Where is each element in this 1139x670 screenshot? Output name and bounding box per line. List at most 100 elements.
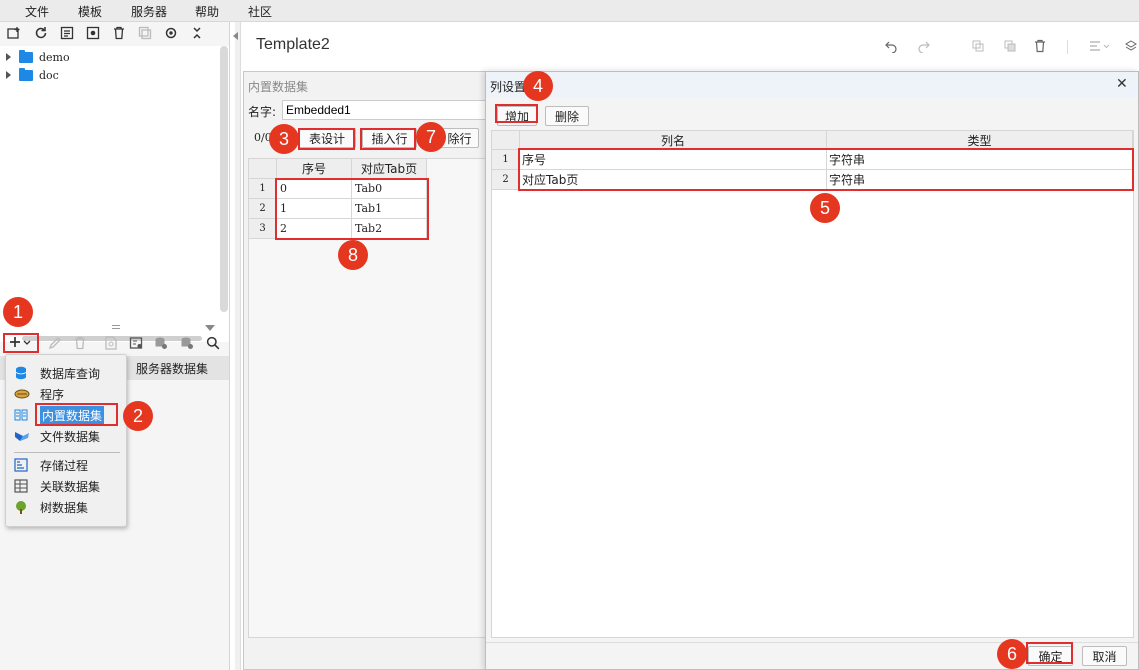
server-dataset-tab[interactable]: 服务器数据集 xyxy=(136,360,208,377)
stored-procedure-icon xyxy=(14,458,30,472)
file-dataset-icon xyxy=(14,429,30,443)
embedded-dataset-dialog: 内置数据集 名字: 0/0 表设计 插入行 除行 序号 对应Tab页 1 0 T… xyxy=(243,71,488,670)
step-badge: 8 xyxy=(338,240,368,270)
menu-file[interactable]: 文件 xyxy=(25,3,49,20)
step-badge: 6 xyxy=(997,639,1027,669)
name-label: 名字: xyxy=(248,105,277,119)
highlight-data-rows xyxy=(275,178,429,240)
template-title: Template2 xyxy=(256,36,330,53)
highlight-add-column xyxy=(495,104,538,123)
menu-bar: 文件 模板 服务器 帮助 社区 xyxy=(0,0,1139,22)
step-badge: 4 xyxy=(523,71,553,101)
dataset-param-icon[interactable] xyxy=(128,335,144,351)
toolbar-divider xyxy=(1067,40,1068,54)
locate-icon[interactable] xyxy=(163,25,179,41)
row-number: 1 xyxy=(492,150,520,170)
vertical-scrollbar[interactable] xyxy=(220,46,228,312)
menu-help[interactable]: 帮助 xyxy=(195,3,219,20)
highlight-embedded-dataset xyxy=(35,403,118,426)
undo-icon[interactable] xyxy=(883,38,899,54)
collapse-left-arrow-icon[interactable] xyxy=(233,32,238,40)
menu-item-file-dataset[interactable]: 文件数据集 xyxy=(14,427,100,445)
step-badge: 3 xyxy=(269,124,299,154)
menu-item-label: 文件数据集 xyxy=(40,429,101,444)
delete-dataset-icon xyxy=(72,335,88,351)
search-icon[interactable] xyxy=(205,335,221,351)
dialog-title: 列设置 xyxy=(490,80,527,94)
expand-arrow-icon[interactable] xyxy=(6,53,11,61)
database-icon xyxy=(14,366,30,380)
refresh-icon[interactable] xyxy=(33,25,49,41)
menu-item-db-query[interactable]: 数据库查询 xyxy=(14,364,100,382)
step-badge: 5 xyxy=(810,193,840,223)
menu-item-label: 树数据集 xyxy=(40,500,89,515)
button-label: 取消 xyxy=(1092,649,1117,664)
menu-item-label: 数据库查询 xyxy=(40,366,101,381)
column-header[interactable]: 对应Tab页 xyxy=(352,159,427,179)
db-connect-icon[interactable] xyxy=(179,335,195,351)
grid-corner xyxy=(492,131,520,150)
dataset-name-input[interactable] xyxy=(282,100,487,120)
tree-item-label: doc xyxy=(39,68,59,82)
tree-item-demo[interactable]: demo xyxy=(6,49,70,65)
add-dataset-menu: 数据库查询 程序 内置数据集 文件数据集 存储过程 关联数据集 树数据集 xyxy=(5,354,127,527)
db-icon[interactable] xyxy=(153,335,169,351)
menu-community[interactable]: 社区 xyxy=(248,3,272,20)
step-badge: 7 xyxy=(416,122,446,152)
row-number: 2 xyxy=(249,199,277,219)
folder-icon xyxy=(19,49,33,63)
row-number: 1 xyxy=(249,179,277,199)
highlight-column-rows xyxy=(518,148,1134,191)
copy-icon xyxy=(137,25,153,41)
template-tree: demo doc xyxy=(0,46,229,342)
menu-server[interactable]: 服务器 xyxy=(131,3,167,20)
tree-item-doc[interactable]: doc xyxy=(6,67,59,83)
panel-splitter[interactable] xyxy=(235,22,241,670)
menu-item-tree-dataset[interactable]: 树数据集 xyxy=(14,498,88,516)
highlight-add-button xyxy=(3,333,39,353)
related-dataset-icon xyxy=(14,479,30,493)
splitter-handle[interactable] xyxy=(112,325,120,329)
menu-item-label: 关联数据集 xyxy=(40,479,101,494)
template-settings-icon[interactable] xyxy=(85,25,101,41)
step-badge: 2 xyxy=(123,401,153,431)
cancel-button[interactable]: 取消 xyxy=(1082,646,1127,666)
layers-icon[interactable] xyxy=(1125,38,1137,54)
designer-panel: Template2 内置数据集 名字: 0/0 表设计 插入行 除行 序号 对应… xyxy=(233,22,1139,670)
close-icon[interactable]: ✕ xyxy=(1116,76,1128,92)
column-header[interactable]: 序号 xyxy=(277,159,352,179)
redo-icon xyxy=(916,38,932,54)
delete-column-button[interactable]: 删除 xyxy=(545,106,589,126)
collapse-arrow-icon[interactable] xyxy=(205,325,215,331)
menu-item-related-dataset[interactable]: 关联数据集 xyxy=(14,477,100,495)
tree-dataset-icon xyxy=(14,500,30,514)
dialog-title: 内置数据集 xyxy=(248,80,309,94)
highlight-insert-row xyxy=(360,128,416,150)
trash-icon[interactable] xyxy=(1032,38,1048,54)
align-icon xyxy=(1088,38,1110,54)
menu-template[interactable]: 模板 xyxy=(78,3,102,20)
menu-item-stored-procedure[interactable]: 存储过程 xyxy=(14,456,88,474)
copy-cell-icon xyxy=(970,38,986,54)
grid-corner xyxy=(249,159,277,179)
new-folder-icon[interactable] xyxy=(6,25,22,41)
menu-item-label: 程序 xyxy=(40,387,65,402)
dialog-titlebar: 列设置 ✕ xyxy=(486,72,1138,98)
paste-icon xyxy=(1002,38,1018,54)
menu-divider xyxy=(14,452,120,453)
collapse-icon[interactable] xyxy=(189,25,205,41)
edit-icon xyxy=(47,335,63,351)
row-number: 2 xyxy=(492,170,520,190)
embedded-dataset-icon xyxy=(14,408,30,422)
step-badge: 1 xyxy=(3,297,33,327)
template-info-icon[interactable] xyxy=(59,25,75,41)
preview-icon xyxy=(103,335,119,351)
highlight-table-design xyxy=(298,128,355,150)
delete-icon[interactable] xyxy=(111,25,127,41)
tree-item-label: demo xyxy=(39,50,70,64)
folder-icon xyxy=(19,67,33,81)
program-icon xyxy=(14,387,30,401)
menu-item-program[interactable]: 程序 xyxy=(14,385,64,403)
button-label: 删除 xyxy=(554,109,579,124)
expand-arrow-icon[interactable] xyxy=(6,71,11,79)
